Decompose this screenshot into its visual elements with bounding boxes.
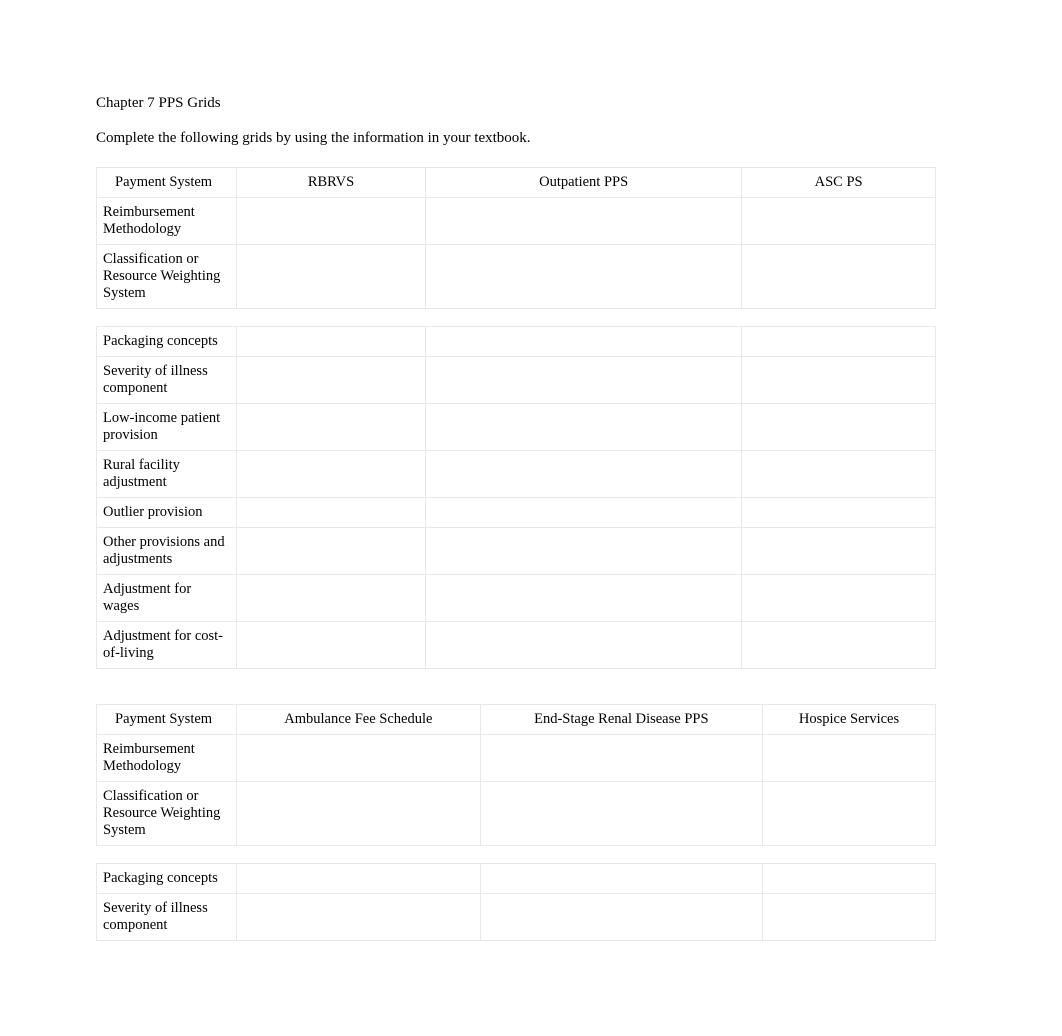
grid-cell <box>742 498 936 528</box>
grid-cell <box>426 327 742 357</box>
grid-cell <box>762 782 935 846</box>
spacer-cell <box>97 846 936 864</box>
grid-cell <box>742 575 936 622</box>
table1-header-asc: ASC PS <box>742 168 936 198</box>
grid-cell <box>237 498 426 528</box>
grid-cell <box>762 864 935 894</box>
table1-header-payment-system: Payment System <box>97 168 237 198</box>
grid-cell <box>742 245 936 309</box>
row-label: Severity of illness component <box>97 894 237 941</box>
grid-cell <box>742 451 936 498</box>
row-label: Outlier provision <box>97 498 237 528</box>
grid-cell <box>480 735 762 782</box>
row-label: Packaging concepts <box>97 327 237 357</box>
table2-header-esrd: End-Stage Renal Disease PPS <box>480 705 762 735</box>
instructions-text: Complete the following grids by using th… <box>96 130 966 147</box>
grid-cell <box>426 198 742 245</box>
grid-cell <box>762 735 935 782</box>
row-label: Classification or Resource Weighting Sys… <box>97 245 237 309</box>
row-label: Other provisions and adjustments <box>97 528 237 575</box>
row-label: Adjustment for wages <box>97 575 237 622</box>
grid-cell <box>237 864 481 894</box>
grid-cell <box>237 894 481 941</box>
page-title: Chapter 7 PPS Grids <box>96 95 966 112</box>
pps-grid-2: Payment System Ambulance Fee Schedule En… <box>96 704 936 941</box>
table2-header-hospice: Hospice Services <box>762 705 935 735</box>
table2-header-payment-system: Payment System <box>97 705 237 735</box>
grid-cell <box>426 404 742 451</box>
table1-body: Reimbursement MethodologyClassification … <box>97 198 936 669</box>
grid-cell <box>237 528 426 575</box>
grid-cell <box>742 404 936 451</box>
grid-cell <box>237 404 426 451</box>
grid-cell <box>237 735 481 782</box>
grid-cell <box>237 327 426 357</box>
table2-header-ambulance: Ambulance Fee Schedule <box>237 705 481 735</box>
grid-cell <box>426 622 742 669</box>
grid-cell <box>237 198 426 245</box>
grid-cell <box>426 357 742 404</box>
spacer-cell <box>97 309 936 327</box>
grid-cell <box>480 864 762 894</box>
row-label: Classification or Resource Weighting Sys… <box>97 782 237 846</box>
row-label: Severity of illness component <box>97 357 237 404</box>
grid-cell <box>237 622 426 669</box>
grid-cell <box>742 198 936 245</box>
row-label: Reimbursement Methodology <box>97 735 237 782</box>
grid-cell <box>426 528 742 575</box>
grid-cell <box>237 357 426 404</box>
grid-cell <box>742 327 936 357</box>
grid-cell <box>426 451 742 498</box>
grid-cell <box>742 528 936 575</box>
grid-cell <box>237 575 426 622</box>
grid-cell <box>237 451 426 498</box>
grid-cell <box>742 622 936 669</box>
row-label: Adjustment for cost-of-living <box>97 622 237 669</box>
grid-cell <box>426 575 742 622</box>
grid-cell <box>426 498 742 528</box>
table1-header-outpatient: Outpatient PPS <box>426 168 742 198</box>
row-label: Low-income patient provision <box>97 404 237 451</box>
grid-cell <box>237 782 481 846</box>
grid-cell <box>742 357 936 404</box>
row-label: Rural facility adjustment <box>97 451 237 498</box>
grid-cell <box>480 894 762 941</box>
grid-cell <box>426 245 742 309</box>
grid-cell <box>237 245 426 309</box>
grid-cell <box>480 782 762 846</box>
pps-grid-1: Payment System RBRVS Outpatient PPS ASC … <box>96 167 936 669</box>
table2-body: Reimbursement MethodologyClassification … <box>97 735 936 941</box>
row-label: Packaging concepts <box>97 864 237 894</box>
table1-header-rbrvs: RBRVS <box>237 168 426 198</box>
row-label: Reimbursement Methodology <box>97 198 237 245</box>
grid-cell <box>762 894 935 941</box>
